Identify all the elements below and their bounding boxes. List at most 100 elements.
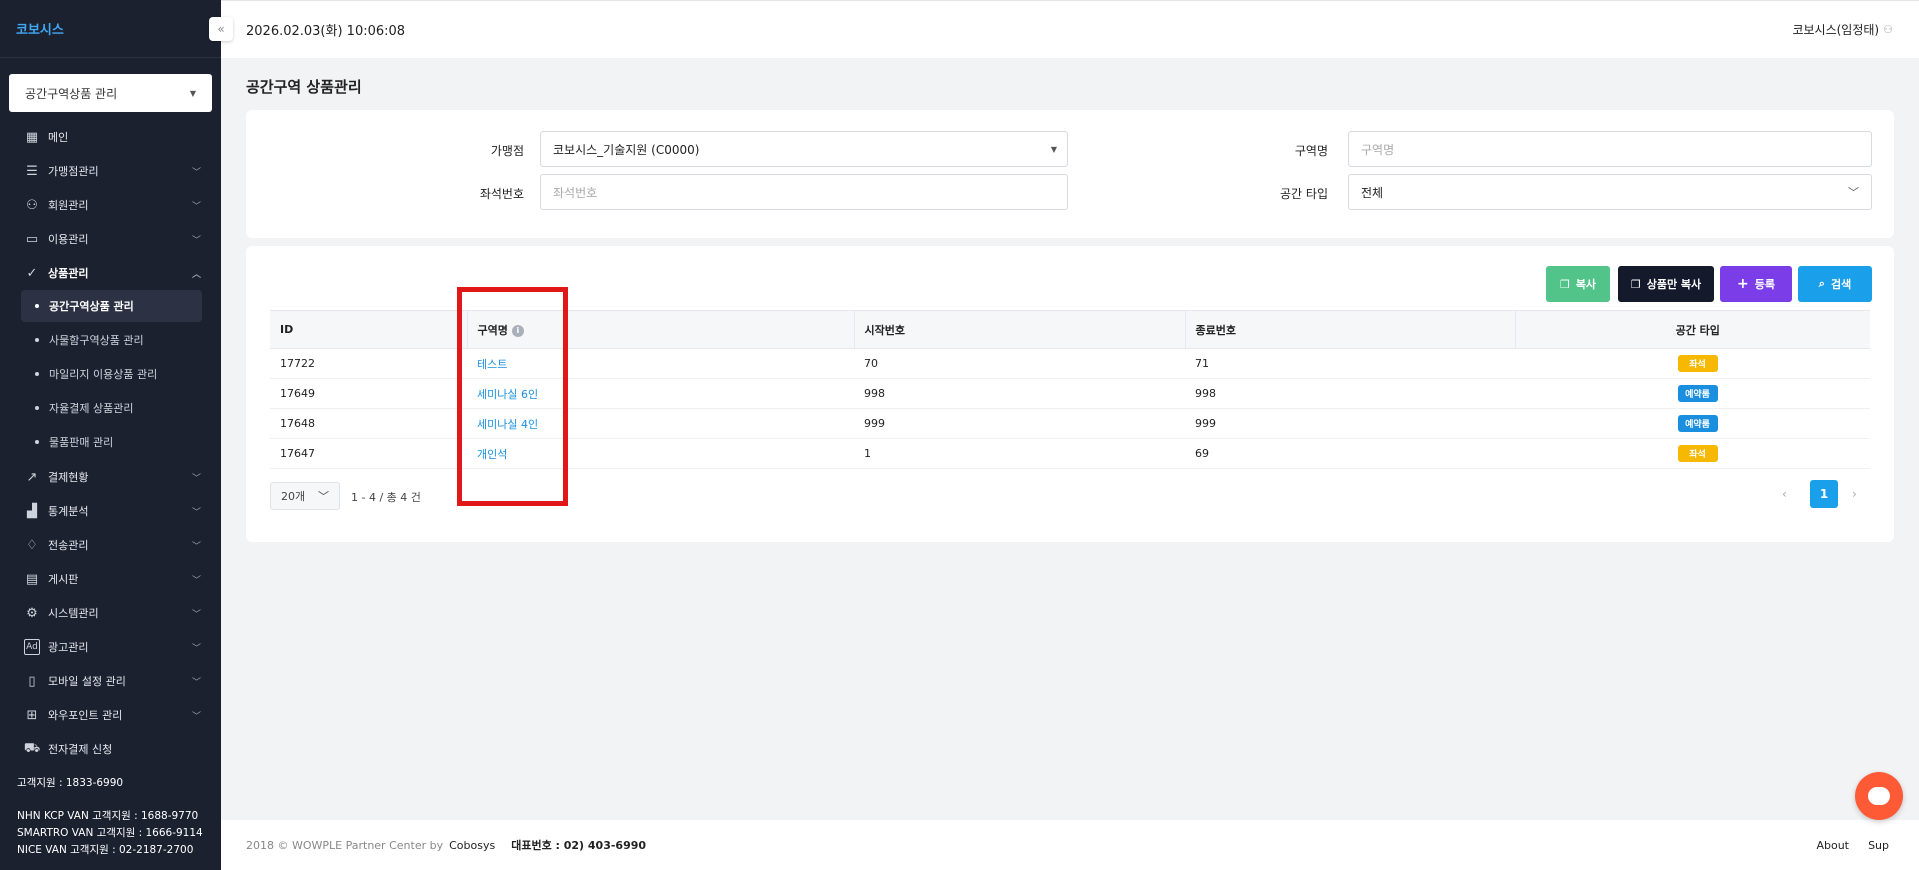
sidebar-item-label: 광고관리 xyxy=(48,641,89,654)
sidebar-item-label: 시스템관리 xyxy=(48,607,99,620)
sidebar-subitem-mileage[interactable]: 마일리지 이용상품 관리 xyxy=(21,358,202,390)
zone-name-input[interactable]: 구역명 xyxy=(1348,131,1872,167)
store-select-value: 코보시스_기술지원 (C0000) xyxy=(553,142,700,157)
caret-down-icon: ▼ xyxy=(1050,144,1057,154)
bullet-icon xyxy=(35,372,39,376)
col-header-end[interactable]: 종료번호 xyxy=(1185,310,1516,349)
space-type-select[interactable]: 전체 ﹀ xyxy=(1348,174,1872,210)
support-smartro: SMARTRO VAN 고객지원 : 1666-9114 xyxy=(17,827,203,839)
zone-name-placeholder: 구역명 xyxy=(1361,142,1395,157)
support-nhn: NHN KCP VAN 고객지원 : 1688-9770 xyxy=(17,810,199,822)
page-button-current[interactable]: 1 xyxy=(1810,480,1838,508)
cell-end: 998 xyxy=(1195,387,1216,400)
highlight-box xyxy=(457,287,568,506)
col-header-id[interactable]: ID xyxy=(270,310,468,349)
sidebar-item-statistics[interactable]: ▟ 통계분석 ﹀ xyxy=(0,494,221,528)
search-button[interactable]: ⌕ 검색 xyxy=(1798,266,1872,302)
sidebar-subitem-goods-sales[interactable]: 물품판매 관리 xyxy=(21,426,202,458)
sidebar-subitem-label: 자율결제 상품관리 xyxy=(49,402,134,415)
cell-id: 17722 xyxy=(280,357,315,370)
sidebar-item-ads[interactable]: Ad 광고관리 ﹀ xyxy=(0,630,221,664)
sidebar-item-label: 통계분석 xyxy=(48,505,89,518)
footer-copyright: 2018 © WOWPLE Partner Center by xyxy=(246,838,444,852)
plus-icon: + xyxy=(1737,276,1749,292)
footer-support-link[interactable]: Sup xyxy=(1868,839,1889,852)
store-select[interactable]: 코보시스_기술지원 (C0000) ▼ xyxy=(540,131,1068,167)
sidebar-item-system[interactable]: ⚙ 시스템관리 ﹀ xyxy=(0,596,221,630)
sidebar-item-wowpoint[interactable]: ⊞ 와우포인트 관리 ﹀ xyxy=(0,698,221,732)
sidebar-item-label: 이용관리 xyxy=(48,233,89,246)
chart-line-icon: ↗ xyxy=(26,469,38,485)
seat-label: 좌석번호 xyxy=(479,187,524,201)
cell-space-type: 예약룸 xyxy=(1515,409,1870,439)
cell-end: 71 xyxy=(1195,357,1209,370)
sidebar-item-members[interactable]: ⚇ 회원관리 ﹀ xyxy=(0,188,221,222)
next-page-icon[interactable]: › xyxy=(1852,487,1857,501)
col-header-space-type[interactable]: 공간 타입 xyxy=(1515,311,1870,349)
chevron-down-icon: ﹀ xyxy=(191,507,201,518)
sidebar-subitem-label: 공간구역상품 관리 xyxy=(49,300,134,313)
zone-label: 구역명 xyxy=(1294,144,1328,158)
prev-page-icon[interactable]: ‹ xyxy=(1782,487,1787,501)
sidebar-item-products[interactable]: ✓ 상품관리 ︿ xyxy=(0,256,221,290)
chevron-down-icon: ﹀ xyxy=(191,473,201,484)
cell-id: 17649 xyxy=(280,387,315,400)
current-datetime: 2026.02.03(화) 10:06:08 xyxy=(246,24,406,39)
bag-icon: ✓ xyxy=(26,265,38,281)
brand-logo[interactable]: 코보시스 xyxy=(0,0,221,58)
sidebar-item-payment-status[interactable]: ↗ 결제현황 ﹀ xyxy=(0,460,221,494)
chevron-down-icon: ﹀ xyxy=(191,643,201,654)
space-type-label: 공간 타입 xyxy=(1280,187,1328,201)
chevron-up-icon: ︿ xyxy=(191,269,201,280)
sidebar-subitem-self-payment[interactable]: 자율결제 상품관리 xyxy=(21,392,202,424)
sidebar-item-label: 상품관리 xyxy=(48,267,89,280)
seat-number-input[interactable]: 좌석번호 xyxy=(540,174,1068,210)
cell-space-type: 좌석 xyxy=(1515,349,1870,379)
space-type-value: 전체 xyxy=(1361,185,1384,200)
filter-panel: 가맹점 코보시스_기술지원 (C0000) ▼ 구역명 구역명 좌석번호 좌석번… xyxy=(246,110,1894,238)
sidebar-item-store[interactable]: ☰ 가맹점관리 ﹀ xyxy=(0,154,221,188)
col-header-start[interactable]: 시작번호 xyxy=(854,310,1186,349)
sidebar-collapse-button[interactable]: « xyxy=(209,17,233,41)
copy-button[interactable]: ❐ 복사 xyxy=(1546,266,1610,302)
support-nice: NICE VAN 고객지원 : 02-2187-2700 xyxy=(17,844,194,856)
footer-brand: Cobosys xyxy=(449,838,496,852)
sidebar: 코보시스 공간구역상품 관리 ▼ ▦ 메인 ☰ 가맹점관리 ﹀ ⚇ 회원관리 ﹀… xyxy=(0,0,221,870)
page-title: 공간구역 상품관리 xyxy=(246,78,362,96)
chevron-down-icon: ﹀ xyxy=(1848,186,1859,199)
user-menu[interactable]: 코보시스(임정태) ⚇ xyxy=(1792,21,1893,38)
sidebar-subitem-locker-zone[interactable]: 사물함구역상품 관리 xyxy=(21,324,202,356)
bell-icon: ♢ xyxy=(26,537,38,553)
page-size-select[interactable]: 20개 ﹀ xyxy=(270,482,340,510)
register-button[interactable]: + 등록 xyxy=(1720,266,1792,302)
sidebar-item-epayment[interactable]: ⛟ 전자결제 신청 xyxy=(0,732,221,766)
chevron-down-icon: ﹀ xyxy=(191,677,201,688)
sidebar-subitem-label: 물품판매 관리 xyxy=(49,436,114,449)
space-type-badge: 좌석 xyxy=(1677,445,1718,462)
cart-icon: ⛟ xyxy=(23,740,41,756)
footer-about-link[interactable]: About xyxy=(1816,839,1849,852)
chat-button[interactable] xyxy=(1855,772,1903,820)
sidebar-item-main[interactable]: ▦ 메인 xyxy=(0,120,221,154)
cell-space-type: 예약룸 xyxy=(1515,379,1870,409)
cell-end: 69 xyxy=(1195,447,1209,460)
chevron-down-icon: ﹀ xyxy=(191,575,201,586)
sidebar-item-board[interactable]: ▤ 게시판 ﹀ xyxy=(0,562,221,596)
product-copy-button[interactable]: ❐ 상품만 복사 xyxy=(1618,266,1714,302)
sidebar-item-usage[interactable]: ▭ 이용관리 ﹀ xyxy=(0,222,221,256)
caret-down-icon: ▼ xyxy=(189,88,196,98)
menu-select[interactable]: 공간구역상품 관리 ▼ xyxy=(9,74,212,112)
gift-icon: ⊞ xyxy=(26,707,38,723)
sidebar-subitem-space-zone[interactable]: 공간구역상품 관리 xyxy=(21,290,202,322)
bullet-icon xyxy=(35,440,39,444)
footer-tel: 대표번호 : 02) 403-6990 xyxy=(511,839,647,852)
chevron-down-icon: ﹀ xyxy=(191,235,201,246)
seat-number-placeholder: 좌석번호 xyxy=(553,185,598,200)
sidebar-item-transmission[interactable]: ♢ 전송관리 ﹀ xyxy=(0,528,221,562)
mobile-icon: ▯ xyxy=(28,673,36,689)
sidebar-item-mobile[interactable]: ▯ 모바일 설정 관리 ﹀ xyxy=(0,664,221,698)
chat-icon xyxy=(1868,787,1890,805)
sidebar-item-label: 전자결제 신청 xyxy=(48,743,113,756)
cell-start: 70 xyxy=(864,357,878,370)
board-icon: ▤ xyxy=(25,571,39,587)
